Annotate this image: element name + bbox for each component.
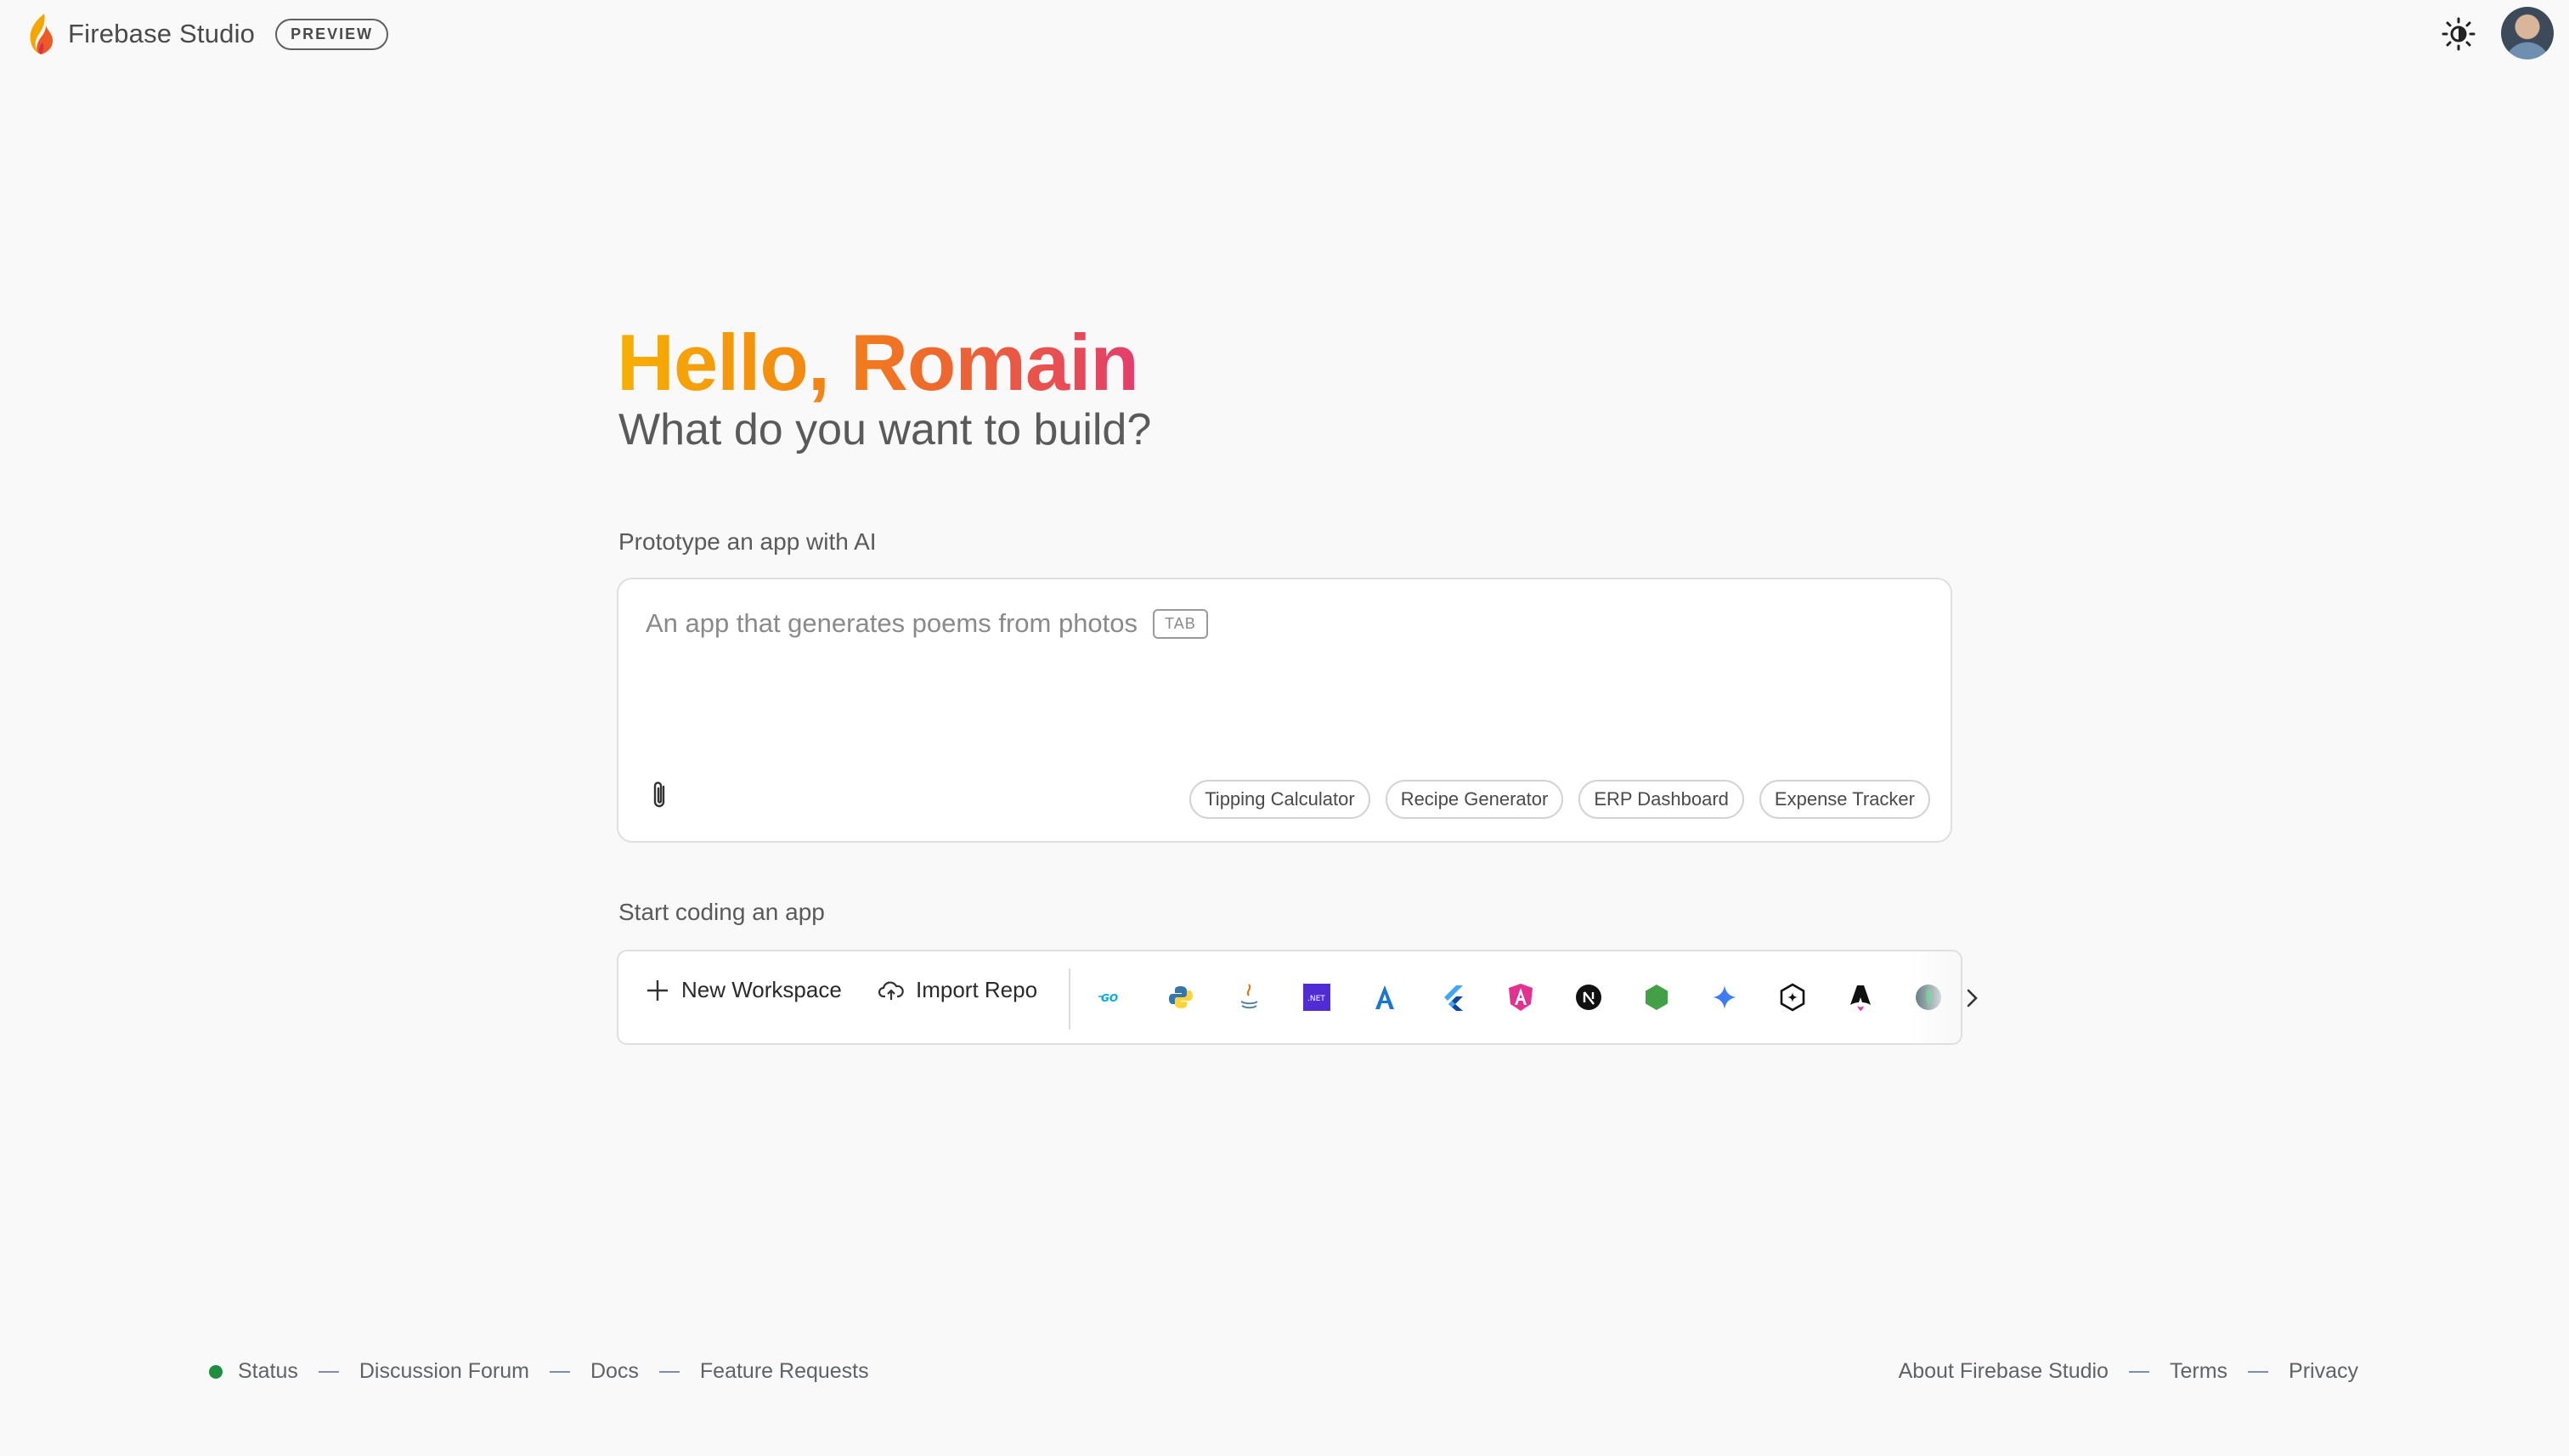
greeting-subtitle: What do you want to build?	[618, 405, 1152, 454]
angular-cli-icon[interactable]	[1369, 982, 1400, 1013]
firebase-studio-home: Firebase Studio PREVIEW Hello, Romain Wh…	[0, 0, 2569, 1456]
coding-section-label: Start coding an app	[618, 899, 825, 925]
dotnet-icon[interactable]: .NET	[1301, 982, 1332, 1013]
bar-divider	[1069, 968, 1070, 1030]
import-repo-button[interactable]: Import Repo	[878, 977, 1037, 1003]
footer: Status Discussion Forum Docs Feature Req…	[0, 1359, 2569, 1393]
cloud-upload-icon	[878, 980, 904, 1000]
flutter-icon[interactable]	[1437, 982, 1468, 1013]
suggestion-chip[interactable]: Tipping Calculator	[1189, 780, 1370, 819]
import-repo-label: Import Repo	[916, 977, 1038, 1002]
footer-right-links: About Firebase Studio Terms Privacy	[1899, 1359, 2358, 1384]
footer-separator	[2128, 1370, 2149, 1373]
svg-text:GO: GO	[1101, 992, 1118, 1004]
status-link[interactable]: Status	[238, 1359, 298, 1384]
suggestion-chips: Tipping Calculator Recipe Generator ERP …	[1189, 780, 1930, 819]
privacy-link[interactable]: Privacy	[2289, 1359, 2358, 1384]
suggestion-chip[interactable]: Recipe Generator	[1385, 780, 1564, 819]
footer-separator	[658, 1370, 680, 1373]
paperclip-icon[interactable]	[649, 780, 671, 810]
plus-icon	[647, 979, 668, 1001]
greeting-title: Hello, Romain	[617, 316, 1139, 409]
firebase-logo-icon	[30, 14, 53, 54]
footer-separator	[2248, 1370, 2269, 1373]
scroll-fade	[1910, 951, 1961, 1043]
new-workspace-label: New Workspace	[681, 977, 842, 1002]
tab-hint-badge: TAB	[1153, 608, 1208, 639]
templates-bar: New Workspace Import Repo GO .NET	[617, 950, 1962, 1045]
new-workspace-button[interactable]: New Workspace	[646, 977, 842, 1003]
prototype-section-label: Prototype an app with AI	[618, 528, 877, 555]
discussion-forum-link[interactable]: Discussion Forum	[359, 1359, 529, 1384]
user-avatar[interactable]	[2501, 7, 2554, 59]
java-icon[interactable]	[1234, 982, 1264, 1013]
brand[interactable]: Firebase Studio PREVIEW	[25, 12, 389, 56]
nodejs-icon[interactable]	[1641, 982, 1672, 1013]
suggestion-chip[interactable]: ERP Dashboard	[1578, 780, 1744, 819]
terms-link[interactable]: Terms	[2170, 1359, 2227, 1384]
status-indicator-icon	[209, 1364, 223, 1379]
prompt-placeholder: An app that generates poems from photos	[646, 608, 1138, 638]
footer-left-links: Status Discussion Forum Docs Feature Req…	[209, 1359, 869, 1384]
python-icon[interactable]	[1166, 982, 1196, 1013]
footer-separator	[318, 1370, 339, 1373]
go-icon[interactable]: GO	[1098, 982, 1128, 1013]
genkit-icon[interactable]	[1777, 982, 1808, 1013]
footer-separator	[549, 1370, 570, 1373]
docs-link[interactable]: Docs	[590, 1359, 639, 1384]
brand-name: Firebase Studio	[68, 19, 256, 48]
suggestion-chip[interactable]: Expense Tracker	[1759, 780, 1930, 819]
top-bar: Firebase Studio PREVIEW	[0, 0, 2569, 68]
prompt-input[interactable]: An app that generates poems from photos …	[646, 608, 1208, 639]
svg-text:.NET: .NET	[1307, 995, 1325, 1003]
astro-icon[interactable]	[1845, 982, 1876, 1013]
about-link[interactable]: About Firebase Studio	[1899, 1359, 2109, 1384]
gemini-icon[interactable]	[1709, 982, 1740, 1013]
preview-badge: PREVIEW	[275, 18, 389, 50]
angular-icon[interactable]	[1505, 982, 1536, 1013]
nextjs-icon[interactable]	[1573, 982, 1604, 1013]
feature-requests-link[interactable]: Feature Requests	[700, 1359, 869, 1384]
chevron-right-icon[interactable]	[1962, 984, 1983, 1013]
prompt-box[interactable]: An app that generates poems from photos …	[617, 578, 1952, 843]
brightness-icon[interactable]	[2440, 15, 2477, 53]
